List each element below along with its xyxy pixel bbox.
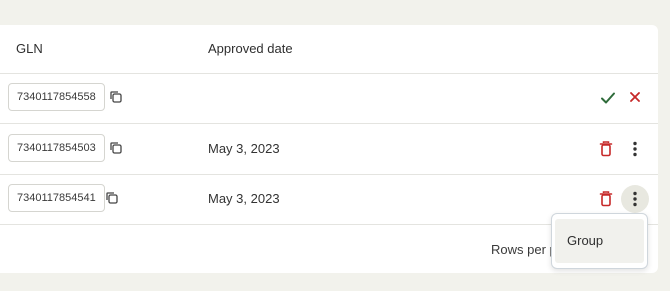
more-vertical-icon[interactable] xyxy=(627,190,643,208)
column-header-gln[interactable]: GLN xyxy=(16,41,43,56)
close-icon[interactable] xyxy=(628,90,642,104)
trash-icon[interactable] xyxy=(598,140,614,158)
checkmark-icon[interactable] xyxy=(599,89,617,107)
gln-value: 7340117854541 xyxy=(8,184,105,212)
trash-icon[interactable] xyxy=(598,190,614,208)
table-header: GLN Approved date xyxy=(0,25,658,74)
gln-value: 7340117854503 xyxy=(8,134,105,162)
approved-date: May 3, 2023 xyxy=(208,141,280,156)
copy-icon[interactable] xyxy=(108,89,124,105)
copy-icon[interactable] xyxy=(108,140,124,156)
gln-value: 7340117854558 xyxy=(8,83,105,111)
row-actions-menu: Group xyxy=(551,213,648,269)
approved-date: May 3, 2023 xyxy=(208,191,280,206)
menu-item-group[interactable]: Group xyxy=(555,219,644,263)
table-row: 7340117854503 May 3, 2023 xyxy=(0,124,658,175)
table-row: 7340117854558 xyxy=(0,73,658,124)
copy-icon[interactable] xyxy=(104,190,120,206)
column-header-approved-date[interactable]: Approved date xyxy=(208,41,293,56)
more-vertical-icon[interactable] xyxy=(627,140,643,158)
